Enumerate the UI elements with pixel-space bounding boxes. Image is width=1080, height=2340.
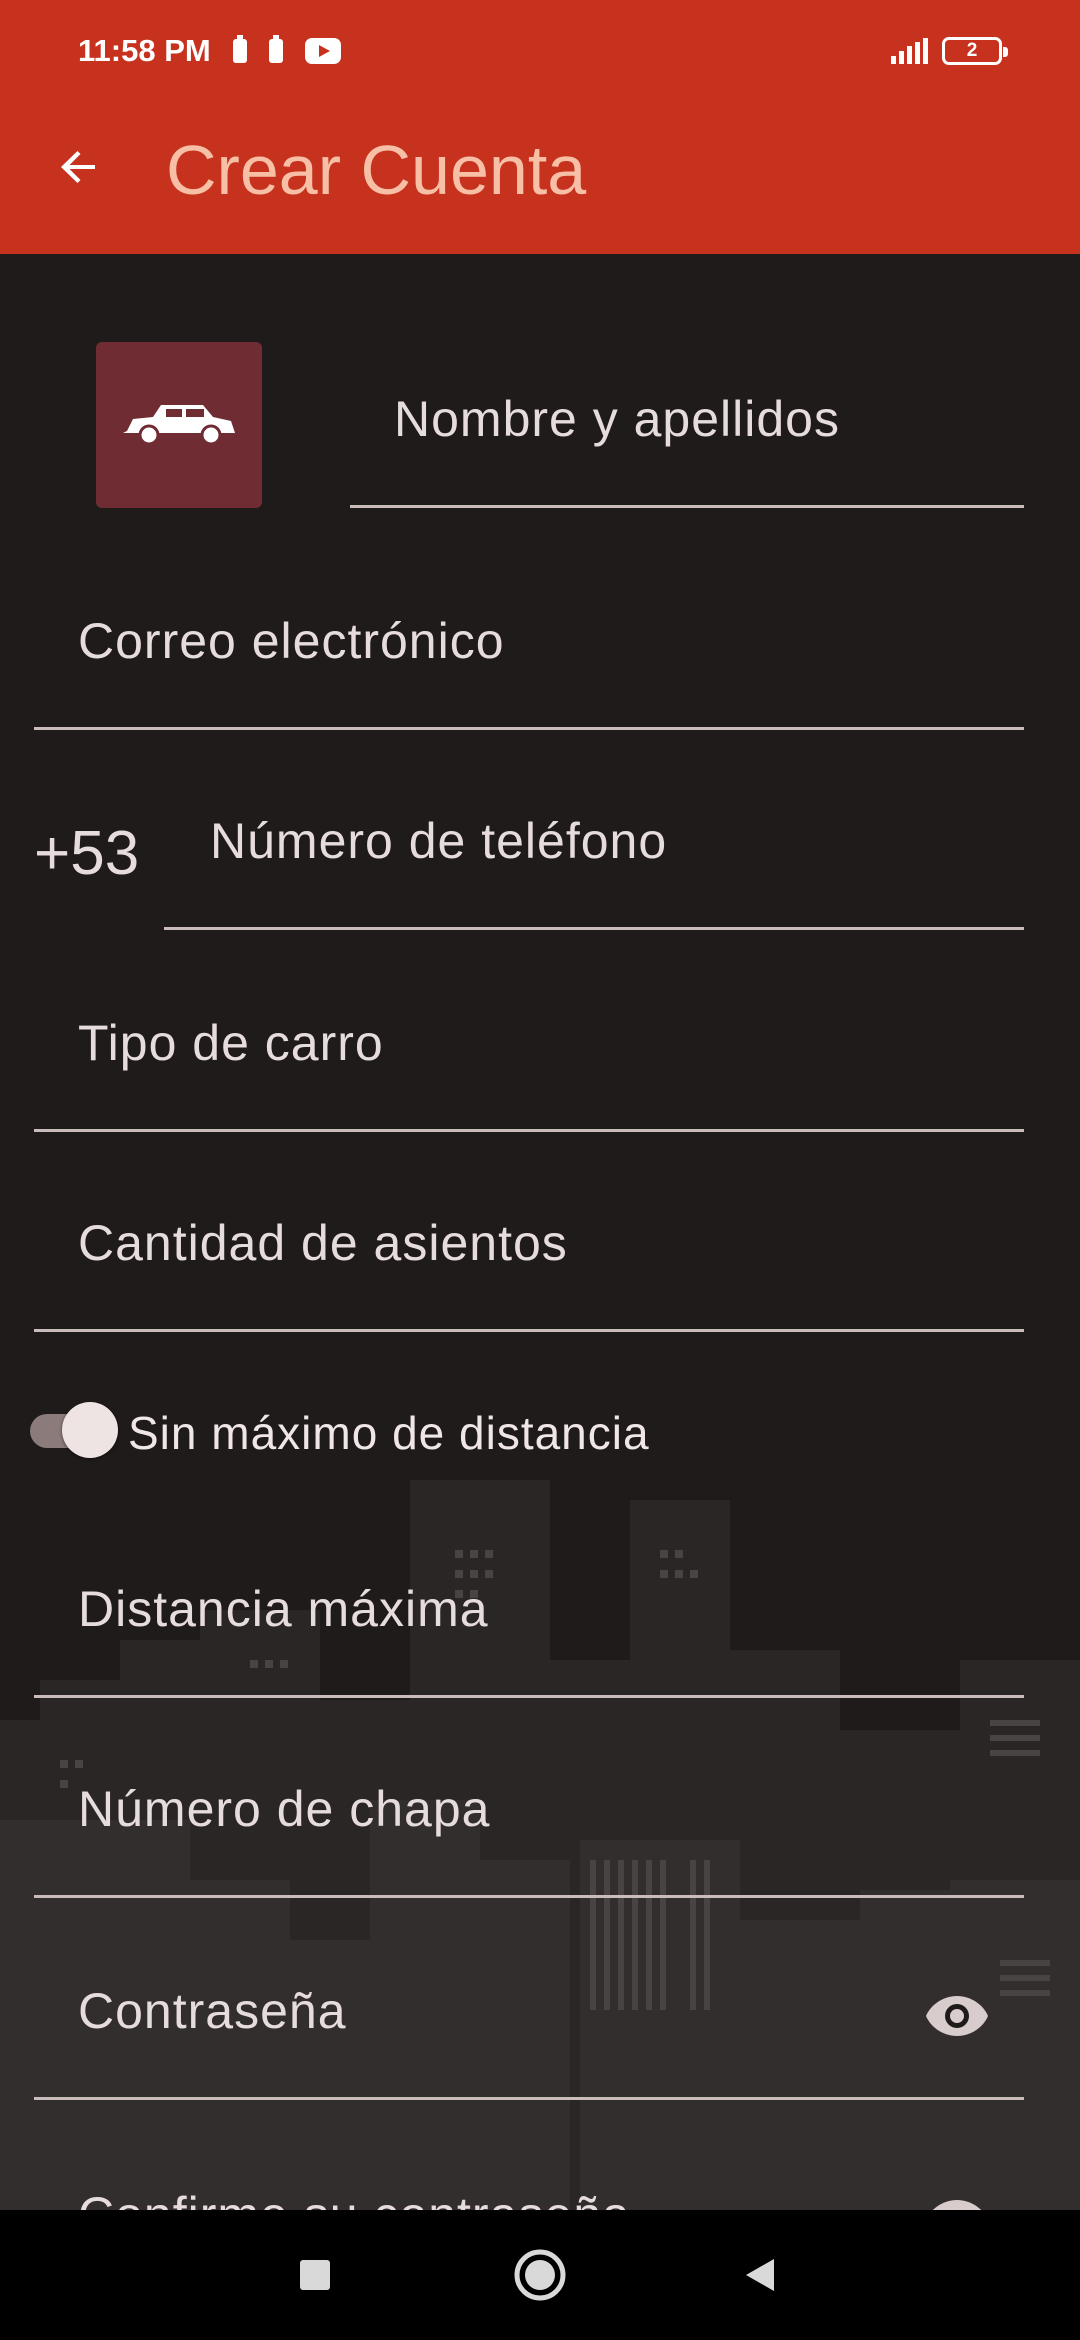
phone-underline <box>164 927 1024 930</box>
car-icon <box>123 405 235 446</box>
system-navigation-bar <box>0 2210 1080 2340</box>
password-input[interactable]: Contraseña <box>34 1982 1024 2100</box>
phone-input[interactable]: Número de teléfono <box>164 812 1024 930</box>
password-placeholder: Contraseña <box>78 1983 347 2039</box>
plate-underline <box>34 1895 1024 1898</box>
email-underline <box>34 727 1024 730</box>
page-title: Crear Cuenta <box>166 131 587 209</box>
max-distance-input[interactable]: Distancia máxima <box>34 1580 1024 1698</box>
car-avatar-button[interactable] <box>96 342 262 508</box>
password-underline <box>34 2097 1024 2100</box>
square-icon <box>300 2260 330 2290</box>
circle-icon <box>514 2249 566 2301</box>
phone-placeholder: Número de teléfono <box>210 813 668 869</box>
no-max-distance-toggle[interactable] <box>30 1402 120 1458</box>
no-max-distance-label: Sin máximo de distancia <box>128 1407 650 1459</box>
arrow-back-icon <box>61 151 95 183</box>
show-password-button[interactable] <box>924 1988 990 2044</box>
full-name-placeholder: Nombre y apellidos <box>394 391 840 447</box>
car-type-input[interactable]: Tipo de carro <box>34 1014 1024 1132</box>
signal-icon <box>891 38 928 64</box>
max-distance-placeholder: Distancia máxima <box>78 1581 489 1637</box>
full-name-underline <box>350 505 1024 508</box>
recents-button[interactable] <box>250 2210 380 2340</box>
car-type-placeholder: Tipo de carro <box>78 1015 384 1071</box>
full-name-input[interactable]: Nombre y apellidos <box>350 390 1024 508</box>
app-header: 11:58 PM 2 Crear Cuenta <box>0 0 1080 254</box>
battery-level: 2 <box>966 40 978 61</box>
seats-underline <box>34 1329 1024 1332</box>
status-bar-left: 11:58 PM <box>78 30 341 72</box>
email-placeholder: Correo electrónico <box>78 613 505 669</box>
plate-input[interactable]: Número de chapa <box>34 1780 1024 1898</box>
seats-input[interactable]: Cantidad de asientos <box>34 1214 1024 1332</box>
plate-placeholder: Número de chapa <box>78 1781 491 1837</box>
home-button[interactable] <box>475 2210 605 2340</box>
toggle-thumb <box>62 1402 118 1458</box>
battery-saver-icon <box>232 35 247 63</box>
car-type-underline <box>34 1129 1024 1132</box>
back-button[interactable] <box>48 136 110 198</box>
phone-prefix: +53 <box>34 819 140 888</box>
youtube-icon <box>304 38 341 64</box>
battery-notification-icon <box>268 35 283 63</box>
email-input[interactable]: Correo electrónico <box>34 612 1024 730</box>
status-bar-right: 2 <box>891 30 1008 72</box>
status-time: 11:58 PM <box>78 33 211 68</box>
battery-icon: 2 <box>942 37 1008 65</box>
eye-icon <box>926 1996 988 2036</box>
system-back-button[interactable] <box>695 2210 825 2340</box>
triangle-back-icon <box>746 2259 774 2291</box>
max-distance-underline <box>34 1695 1024 1698</box>
seats-placeholder: Cantidad de asientos <box>78 1215 568 1271</box>
